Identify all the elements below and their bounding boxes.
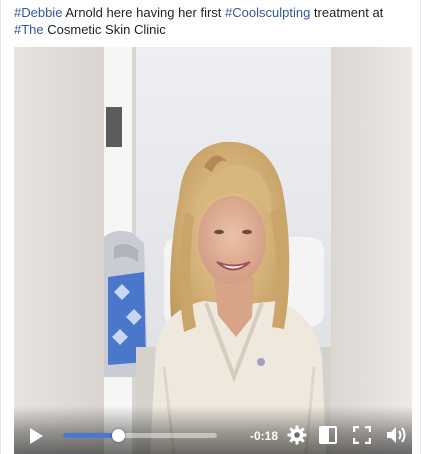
- caption-text-2: treatment at: [310, 5, 384, 20]
- hashtag-debbie-link[interactable]: #Debbie: [14, 5, 62, 20]
- play-button[interactable]: [28, 427, 44, 445]
- picture-in-picture-icon: [319, 426, 337, 444]
- caption-text-1: Arnold here having her first: [62, 5, 226, 20]
- hashtag-coolsculpting-link[interactable]: #Coolsculpting: [225, 5, 310, 20]
- video-frame: [14, 47, 412, 454]
- video-player[interactable]: -0:18: [14, 47, 412, 454]
- speaker-volume-icon: [387, 427, 406, 443]
- video-controls-bar: -0:18: [14, 406, 412, 454]
- gear-icon: [287, 425, 307, 445]
- progress-bar[interactable]: [63, 429, 217, 442]
- post-caption: #Debbie Arnold here having her first #Co…: [14, 4, 412, 38]
- progress-bar-fill: [63, 433, 119, 438]
- popout-button[interactable]: [319, 426, 337, 444]
- play-icon: [30, 428, 43, 444]
- hashtag-the-link[interactable]: #The: [14, 22, 44, 37]
- settings-button[interactable]: [287, 425, 307, 445]
- progress-scrubber-handle[interactable]: [112, 429, 126, 442]
- fullscreen-icon: [352, 425, 372, 445]
- time-remaining-label: -0:18: [250, 429, 279, 443]
- fullscreen-button[interactable]: [352, 425, 372, 445]
- facebook-post: #Debbie Arnold here having her first #Co…: [0, 0, 421, 454]
- caption-text-3: Cosmetic Skin Clinic: [43, 22, 166, 37]
- volume-button[interactable]: [386, 425, 408, 445]
